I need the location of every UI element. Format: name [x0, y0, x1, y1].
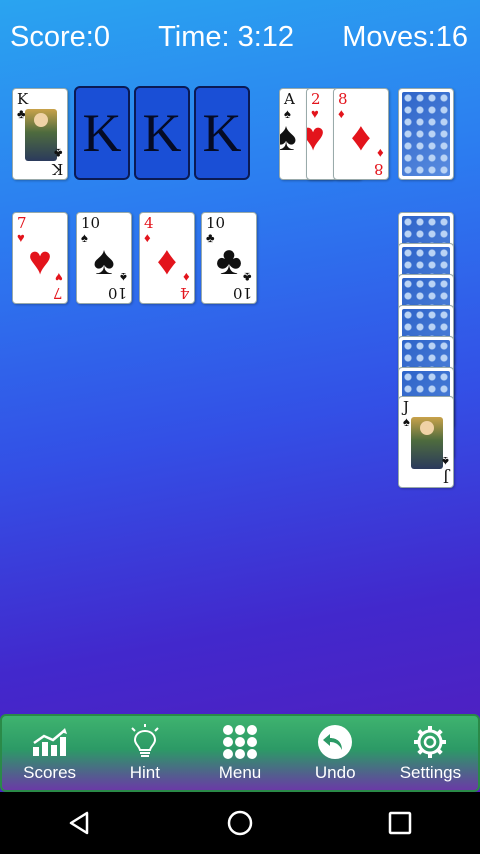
card-rank-bottom: 7 [53, 284, 63, 302]
scores-label: Scores [23, 763, 77, 782]
back-icon[interactable] [40, 798, 120, 848]
card-rank: 2 [311, 90, 321, 108]
foundation-slot-3[interactable]: K [134, 86, 190, 180]
status-bar: Score:0 Time: 3:12 Moves:16 [0, 0, 480, 74]
gear-icon [412, 723, 448, 761]
tableau-card-ten-clubs[interactable]: 10 ♣ ♣ ♣ 10 [201, 212, 257, 304]
tableau-card-jack-spades[interactable]: J ♠ ♠ J [398, 396, 454, 488]
menu-label: Menu [218, 763, 262, 782]
bottom-toolbar: Scores Hint Menu Undo Settings [0, 714, 480, 792]
score-label: Score:0 [10, 20, 110, 53]
card-suit: ♠ [403, 414, 410, 429]
recents-icon[interactable] [360, 798, 440, 848]
card-suit-bottom: ♣ [54, 146, 63, 161]
card-back-pattern [402, 92, 450, 176]
king-face-art [25, 109, 57, 161]
tableau-card-four-diamonds[interactable]: 4 ♦ ♦ ♦ 4 [139, 212, 195, 304]
moves-label: Moves:16 [342, 20, 468, 53]
card-suit-bottom: ♠ [442, 454, 449, 469]
undo-label: Undo [314, 763, 356, 782]
card-big-suit: ♠ [280, 117, 306, 157]
scores-button[interactable]: Scores [2, 716, 97, 790]
card-rank-bottom: 10 [107, 284, 127, 302]
foundation-label: K [82, 103, 122, 163]
undo-icon [317, 723, 353, 761]
foundation-king-clubs-card[interactable]: K ♣ ♣ K [12, 88, 68, 180]
card-suit-bottom: ♦ [183, 270, 190, 285]
foundation-label: K [202, 103, 242, 163]
hint-button[interactable]: Hint [97, 716, 192, 790]
settings-button[interactable]: Settings [383, 716, 478, 790]
jack-face-art [411, 417, 443, 469]
settings-label: Settings [399, 763, 462, 782]
card-suit-bottom: ♦ [377, 146, 384, 161]
foundation-slot-2[interactable]: K [74, 86, 130, 180]
card-rank-bottom: J [442, 468, 449, 486]
card-rank-bottom: 8 [374, 160, 384, 178]
time-label: Time: 3:12 [158, 20, 295, 53]
tableau-card-ten-spades[interactable]: 10 ♠ ♠ ♠ 10 [76, 212, 132, 304]
card-rank: 8 [338, 90, 348, 108]
card-rank: 10 [206, 214, 226, 232]
card-big-suit: ♥ [307, 117, 333, 157]
card-rank-bottom: K [51, 160, 63, 178]
grid-icon [222, 723, 258, 761]
lightbulb-icon [127, 723, 163, 761]
card-rank: 7 [17, 214, 27, 232]
card-rank: K [17, 90, 29, 108]
card-suit-bottom: ♠ [120, 270, 127, 285]
home-icon[interactable] [200, 798, 280, 848]
menu-button[interactable]: Menu [192, 716, 287, 790]
system-nav-bar [0, 792, 480, 854]
card-rank: 10 [81, 214, 101, 232]
foundation-slot-4[interactable]: K [194, 86, 250, 180]
card-rank-bottom: 4 [180, 284, 190, 302]
stock-pile[interactable] [398, 88, 454, 180]
card-suit-bottom: ♣ [243, 270, 252, 285]
hint-label: Hint [129, 763, 160, 782]
card-rank: 4 [144, 214, 154, 232]
waste-card-eight-diamonds[interactable]: 8 ♦ ♦ ♦ 8 [333, 88, 389, 180]
card-rank: J [403, 398, 410, 416]
card-suit-bottom: ♥ [55, 270, 63, 285]
card-rank: A [284, 90, 295, 108]
undo-button[interactable]: Undo [288, 716, 383, 790]
chart-icon [31, 723, 69, 761]
card-rank-bottom: 10 [232, 284, 252, 302]
foundation-label: K [142, 103, 182, 163]
tableau-card-seven-hearts[interactable]: 7 ♥ ♥ ♥ 7 [12, 212, 68, 304]
